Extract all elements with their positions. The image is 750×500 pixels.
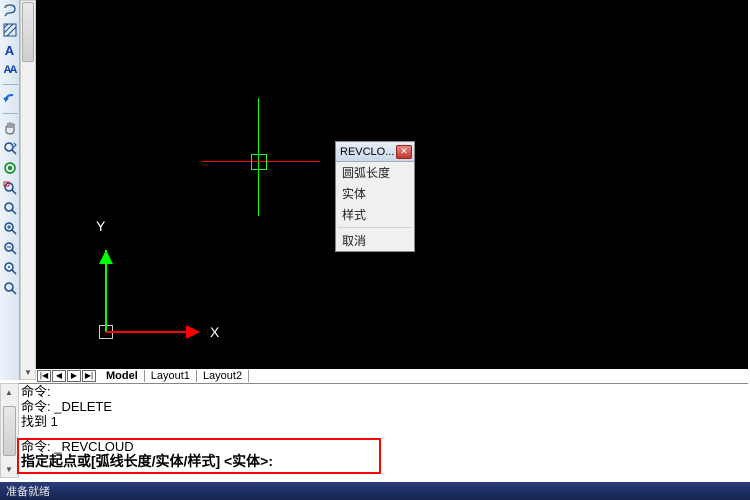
popup-titlebar[interactable]: REVCLO... ✕ — [336, 142, 414, 162]
zoom-center-icon[interactable] — [2, 280, 18, 296]
pan-icon[interactable] — [2, 120, 18, 136]
command-prompt[interactable]: 指定起点或[弧线长度/实体/样式] <实体>: — [21, 454, 748, 469]
scrollbar-thumb[interactable] — [22, 2, 34, 62]
scroll-down-icon[interactable]: ▼ — [3, 463, 15, 475]
scroll-up-icon[interactable]: ▲ — [3, 386, 15, 398]
tab-first-icon[interactable]: |◀ — [37, 370, 51, 382]
tab-prev-icon[interactable]: ◀ — [52, 370, 66, 382]
status-text: 准备就绪 — [6, 483, 50, 499]
scroll-down-icon[interactable]: ▼ — [21, 365, 35, 379]
separator — [2, 84, 18, 85]
text-multi-icon[interactable]: AA — [2, 62, 18, 78]
drawing-canvas[interactable]: Y X REVCLO... ✕ 圆弧长度 实体 样式 取消 — [36, 0, 748, 368]
tab-layout2[interactable]: Layout2 — [197, 370, 249, 382]
scrollbar-thumb[interactable] — [3, 406, 16, 456]
popup-option-style[interactable]: 样式 — [336, 204, 414, 225]
zoom-extents-icon[interactable] — [2, 200, 18, 216]
tab-last-icon[interactable]: ▶| — [82, 370, 96, 382]
close-icon[interactable]: ✕ — [396, 145, 412, 159]
ucs-x-label: X — [210, 324, 219, 340]
ucs-x-axis — [106, 331, 188, 333]
command-history-line: 找到 1 — [21, 414, 748, 429]
revcloud-popup: REVCLO... ✕ 圆弧长度 实体 样式 取消 — [335, 141, 415, 252]
hatch-icon[interactable] — [2, 22, 18, 38]
drawing-vertical-scrollbar[interactable]: ▼ — [20, 0, 36, 380]
left-toolbar: A AA — [0, 0, 20, 380]
orbit-icon[interactable] — [2, 160, 18, 176]
lasso-icon[interactable] — [2, 2, 18, 18]
command-window[interactable]: 命令: 命令: _DELETE 找到 1 命令: _REVCLOUD 指定起点或… — [19, 383, 748, 478]
zoom-out-icon[interactable] — [2, 240, 18, 256]
popup-option-entity[interactable]: 实体 — [336, 183, 414, 204]
status-bar: 准备就绪 — [0, 482, 750, 500]
tab-model[interactable]: Model — [100, 370, 145, 382]
popup-title-text: REVCLO... — [340, 146, 394, 158]
zoom-window-icon[interactable] — [2, 180, 18, 196]
zoom-in-icon[interactable] — [2, 220, 18, 236]
popup-separator — [338, 227, 412, 228]
zoom-realtime-icon[interactable] — [2, 140, 18, 156]
ucs-y-label: Y — [96, 218, 105, 234]
crosshair-pickbox — [251, 154, 267, 170]
command-scrollbar[interactable]: ▲ ▼ — [0, 383, 19, 478]
popup-cancel[interactable]: 取消 — [336, 230, 414, 251]
popup-option-arc-length[interactable]: 圆弧长度 — [336, 162, 414, 183]
tab-layout1[interactable]: Layout1 — [145, 370, 197, 382]
zoom-scale-icon[interactable] — [2, 260, 18, 276]
undo-icon[interactable] — [2, 91, 18, 107]
command-history-line: 命令: _REVCLOUD — [21, 439, 748, 454]
tab-next-icon[interactable]: ▶ — [67, 370, 81, 382]
ucs-y-arrow-icon — [99, 250, 113, 264]
command-history-line: 命令: — [21, 384, 748, 399]
command-history-line: 命令: _DELETE — [21, 399, 748, 414]
ucs-x-arrow-icon — [186, 325, 200, 339]
text-single-icon[interactable]: A — [2, 42, 18, 58]
layout-tabs: |◀ ◀ ▶ ▶| Model Layout1 Layout2 — [36, 368, 748, 382]
separator — [2, 113, 18, 114]
